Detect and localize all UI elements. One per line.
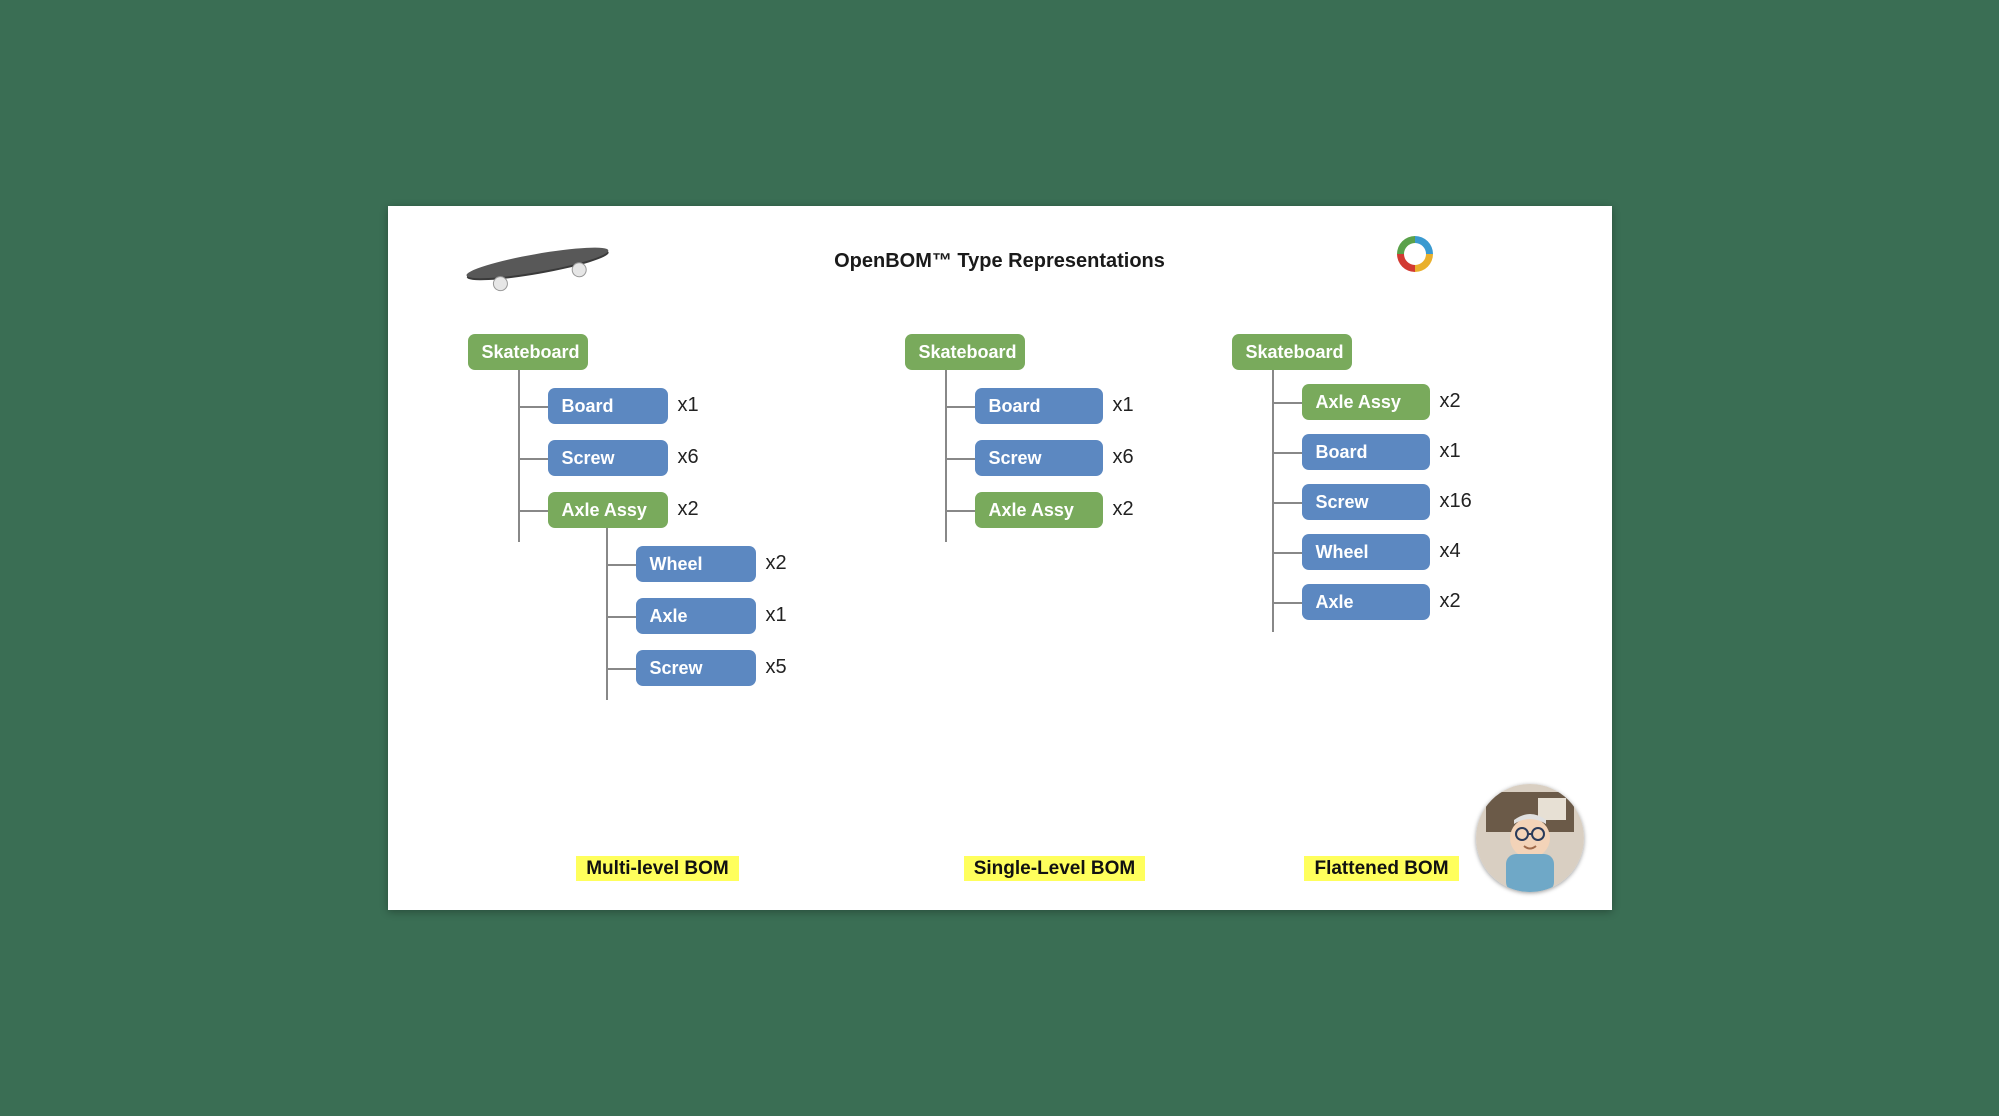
root-node: Skateboard (905, 334, 1025, 370)
root-node: Skateboard (1232, 334, 1352, 370)
node-axle-assy: Axle Assy (975, 492, 1103, 528)
skateboard-illustration (458, 236, 628, 296)
node-board: Board (975, 388, 1103, 424)
qty-axle: x1 (766, 604, 787, 627)
slide: OpenBOM™ Type Representations Skateboard (388, 206, 1612, 910)
qty-axle-assy: x2 (678, 498, 699, 521)
qty-screw2: x5 (766, 656, 787, 679)
node-wheel: Wheel (1302, 534, 1430, 570)
node-screw: Screw (975, 440, 1103, 476)
column-flattened: Skateboard Axle Assy x2 Board x1 Screw x… (1232, 334, 1532, 880)
root-label: Skateboard (1246, 342, 1344, 363)
qty-screw: x6 (1113, 446, 1134, 469)
node-screw: Screw (548, 440, 668, 476)
qty-axle: x2 (1440, 590, 1461, 613)
node-axle-assy: Axle Assy (548, 492, 668, 528)
node-wheel: Wheel (636, 546, 756, 582)
node-axle: Axle (1302, 584, 1430, 620)
qty-board: x1 (1440, 440, 1461, 463)
column-multilevel: Skateboard Board x1 Screw x6 Axle Assy x… (468, 334, 848, 880)
node-board: Board (1302, 434, 1430, 470)
qty-board: x1 (1113, 394, 1134, 417)
qty-screw: x16 (1440, 490, 1472, 513)
root-label: Skateboard (482, 342, 580, 363)
qty-axle-assy: x2 (1113, 498, 1134, 521)
caption-singlelevel: Single-Level BOM (905, 858, 1205, 880)
qty-axle-assy: x2 (1440, 390, 1461, 413)
root-node: Skateboard (468, 334, 588, 370)
columns: Skateboard Board x1 Screw x6 Axle Assy x… (468, 334, 1532, 880)
node-screw: Screw (1302, 484, 1430, 520)
presenter-webcam (1476, 784, 1584, 892)
column-singlelevel: Skateboard Board x1 Screw x6 Axle Assy x… (905, 334, 1205, 880)
caption-multilevel: Multi-level BOM (468, 858, 848, 880)
qty-wheel: x4 (1440, 540, 1461, 563)
node-board: Board (548, 388, 668, 424)
qty-wheel: x2 (766, 552, 787, 575)
root-label: Skateboard (919, 342, 1017, 363)
node-screw2: Screw (636, 650, 756, 686)
qty-board: x1 (678, 394, 699, 417)
node-axle: Axle (636, 598, 756, 634)
openbom-logo-icon (1393, 232, 1437, 276)
qty-screw: x6 (678, 446, 699, 469)
node-axle-assy: Axle Assy (1302, 384, 1430, 420)
